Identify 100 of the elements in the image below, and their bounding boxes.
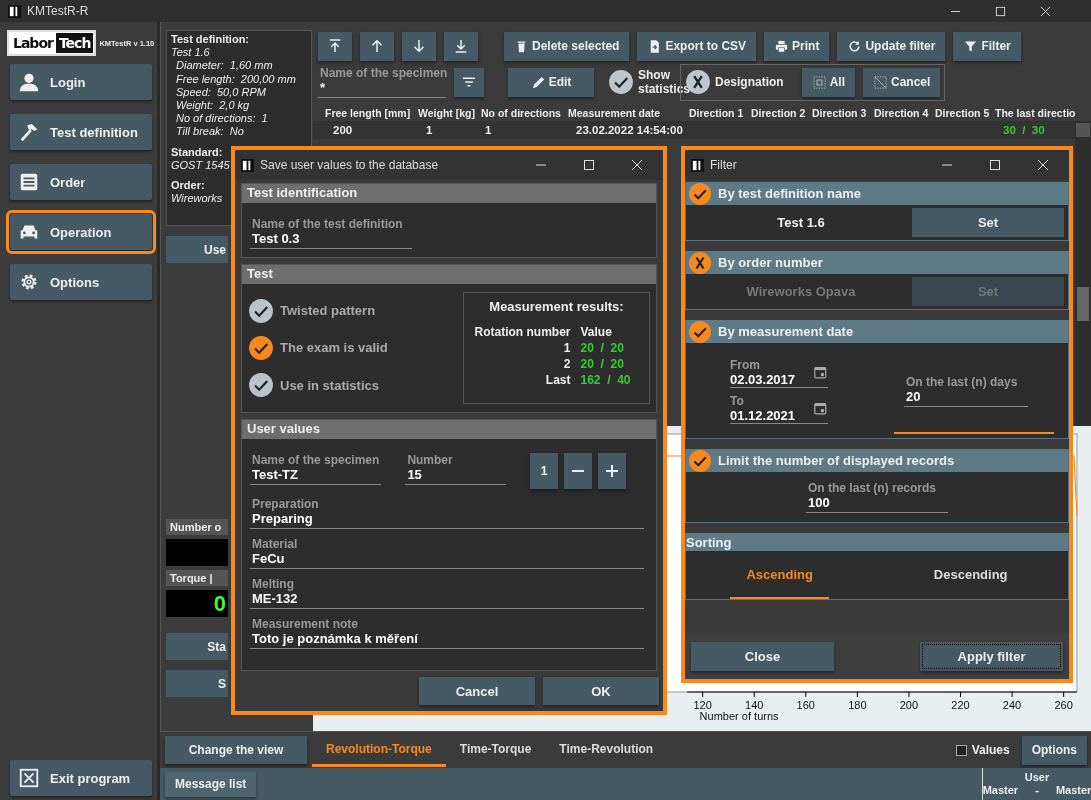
text-field[interactable]: To 01.12.2021 [730,393,808,423]
checkbox-label: Values [971,743,1010,757]
logo: Labor Tech [7,30,97,56]
nav-button[interactable]: Login [10,64,152,100]
step-button[interactable]: 1 [530,453,558,489]
column-header[interactable]: Measurement date [568,106,689,119]
text-field[interactable]: Name of the test definition Test 0.3 [250,217,412,249]
nav-button[interactable]: Order [10,164,152,200]
sort-tab[interactable]: Descending [917,551,1024,599]
filter-toggle[interactable] [688,319,712,344]
column-header[interactable]: No of directions [481,106,568,119]
column-header[interactable]: Direction 1 [689,106,751,119]
text-field[interactable]: Melting ME-132 [250,577,644,609]
calendar-icon[interactable] [813,364,828,380]
change-view-button[interactable]: Change the view [165,736,307,764]
close-icon[interactable] [631,159,643,171]
calendar-icon[interactable] [813,400,828,416]
select-all-button[interactable]: All [801,67,855,97]
nav-button[interactable]: Test definition [10,114,152,150]
info-text: Weight: 2,0 kg [176,99,250,113]
sort-tab[interactable]: Ascending [730,551,829,599]
info-text: Test 1.6 [171,46,210,60]
section-header: Test [242,265,656,284]
column-header[interactable]: Direction 3 [812,106,874,119]
toolbar-button[interactable]: Filter [953,31,1021,61]
action-button[interactable]: S [166,670,228,698]
text-field[interactable]: On the last (n) days 20 [904,374,1028,407]
maximize-icon[interactable] [989,159,1001,171]
close-icon[interactable] [1040,5,1051,17]
view-tab[interactable]: Time-Revolution [545,733,668,767]
column-header[interactable]: Direction 2 [751,106,812,119]
checkbox[interactable] [248,297,274,324]
section-header: Sorting [686,534,732,550]
info-text: Free length: 200,00 mm [176,72,296,86]
text-field[interactable]: Name of the specimen Test-TZ [250,453,382,485]
checkbox[interactable] [248,372,274,399]
filter-toggle[interactable] [688,250,712,275]
filter-toggle[interactable] [688,181,712,206]
action-button[interactable]: Sta [166,633,228,661]
sort-button[interactable] [454,67,484,97]
edit-button[interactable]: Edit [508,67,594,97]
text-field[interactable]: Measurement note Toto je poznámka k měření [250,617,644,649]
nav-arrow-button[interactable] [402,31,436,61]
close-icon[interactable] [1037,159,1049,171]
info-text: No of directions: 1 [176,112,268,126]
nav-button[interactable]: Options [10,264,152,300]
user-values-button[interactable]: Use [166,236,228,263]
column-header[interactable]: Free length [mm] [325,106,418,119]
user-label: User [1024,771,1050,784]
text-field[interactable]: From 02.03.2017 [730,357,808,387]
text-field[interactable]: Material FeCu [250,537,644,569]
increment-button[interactable] [598,453,626,489]
user-icon [18,71,40,93]
section-header: Limit the number of displayed records [718,453,955,468]
view-tab[interactable]: Time-Torque [445,733,546,767]
toolbar-button[interactable]: Export to CSV [637,31,757,61]
toolbar-button[interactable]: Print [764,31,830,61]
plus-icon [605,464,619,478]
info-heading: Test definition: [171,33,249,47]
tick-label: 120 [693,699,712,712]
decrement-button[interactable] [564,453,592,489]
dialog-button[interactable]: Cancel [419,677,535,705]
tick-label: 180 [848,699,867,712]
info-text: Diameter: 1,60 mm [176,59,273,73]
dialog-button[interactable]: Close [691,641,834,671]
results-title: Measurement results: [489,299,624,314]
tick-label: 220 [951,699,970,712]
column-header[interactable]: Weight [kg] [418,106,481,119]
nav-arrow-button[interactable] [360,31,394,61]
readout-label: Number o [166,519,228,536]
options-button[interactable]: Options [1021,735,1087,765]
text-field[interactable]: Preparation Preparing [250,497,644,529]
dialog-button[interactable]: OK [543,677,659,705]
select-all-icon [811,74,827,90]
scrollbar-thumb[interactable] [1077,287,1089,321]
set-button[interactable]: Set [912,208,1064,237]
maximize-icon[interactable] [995,5,1006,17]
exit-button[interactable]: Exit program [10,760,152,796]
specimen-field[interactable]: Name of the specimen * [318,66,446,98]
column-header[interactable]: Direction 4 [874,106,935,119]
column-header[interactable]: The last directio [995,106,1091,119]
checkbox[interactable] [248,335,274,361]
column-header: Rotation number [474,324,571,340]
pencil-icon [530,74,546,90]
toolbar-button[interactable]: Update filter [837,31,946,61]
filter-toggle[interactable] [688,448,712,473]
cancel-selection-button[interactable]: Cancel [863,67,941,97]
nav-arrow-button[interactable] [444,31,478,61]
values-checkbox[interactable] [955,744,967,756]
toolbar-button[interactable]: Delete selected [504,31,630,61]
nav-arrow-button[interactable] [318,31,352,61]
info-heading: Order: [171,179,205,193]
message-list-button[interactable]: Message list [165,771,257,797]
tick-label: 140 [745,699,764,712]
table-cell-text: 20 / 20 [580,340,625,356]
column-header[interactable]: Direction 5 [935,106,995,119]
maximize-icon[interactable] [583,159,595,171]
text-field[interactable]: Number 15 [405,453,506,485]
dialog-button[interactable]: Apply filter [920,641,1063,671]
statistics-checkbox[interactable] [608,69,634,95]
